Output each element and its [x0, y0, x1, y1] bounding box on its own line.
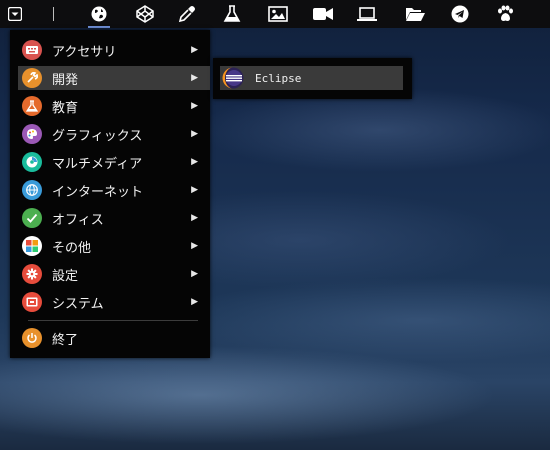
submenu-arrow-icon: ▶ — [191, 185, 198, 195]
submenu-arrow-icon: ▶ — [191, 241, 198, 251]
menu-separator — [28, 320, 198, 321]
submenu-arrow-icon: ▶ — [191, 129, 198, 139]
telegram-icon[interactable] — [445, 0, 475, 28]
development-submenu: Eclipse — [213, 58, 412, 99]
menu-item-label: システム — [52, 296, 104, 312]
education-icon — [22, 96, 42, 116]
eyedropper-icon[interactable] — [172, 0, 202, 28]
menu-item-label: 教育 — [52, 100, 79, 116]
menu-item-label: グラフィックス — [52, 128, 143, 144]
menu-item-label: アクセサリ — [52, 44, 117, 60]
application-menu: アクセサリ ▶ 開発 ▶ 教育 ▶ グラフィックス ▶ マルチメディア ▶ イン… — [10, 30, 210, 358]
submenu-arrow-icon: ▶ — [191, 269, 198, 279]
flask-icon[interactable] — [217, 0, 247, 28]
submenu-arrow-icon: ▶ — [191, 297, 198, 307]
settings-icon — [22, 264, 42, 284]
menu-item-settings[interactable]: 設定 ▶ — [18, 262, 210, 286]
globe-icon[interactable] — [84, 0, 114, 28]
power-icon — [22, 328, 42, 348]
menu-item-development[interactable]: 開発 ▶ — [18, 66, 210, 90]
menu-item-graphics[interactable]: グラフィックス ▶ — [18, 122, 210, 146]
system-icon — [22, 292, 42, 312]
accessories-icon — [22, 40, 42, 60]
menu-item-office[interactable]: オフィス ▶ — [18, 206, 210, 230]
menu-item-label: マルチメディア — [52, 156, 143, 172]
submenu-arrow-icon: ▶ — [191, 101, 198, 111]
submenu-arrow-icon: ▶ — [191, 157, 198, 167]
taskbar — [0, 0, 550, 28]
menu-item-label: オフィス — [52, 212, 104, 228]
submenu-item-label: Eclipse — [255, 71, 302, 85]
taskbar-separator — [53, 7, 54, 21]
paw-icon[interactable] — [490, 0, 520, 28]
menu-dropdown-icon[interactable] — [4, 0, 26, 28]
graphics-icon — [22, 124, 42, 144]
menu-item-accessories[interactable]: アクセサリ ▶ — [18, 38, 210, 62]
internet-icon — [22, 180, 42, 200]
submenu-item-eclipse[interactable]: Eclipse — [220, 66, 403, 90]
office-icon — [22, 208, 42, 228]
menu-item-system[interactable]: システム ▶ — [18, 290, 210, 314]
codepen-icon[interactable] — [130, 0, 160, 28]
menu-item-label: その他 — [52, 240, 92, 256]
menu-item-quit[interactable]: 終了 — [18, 326, 210, 350]
menu-item-label: 開発 — [52, 72, 79, 88]
submenu-arrow-icon: ▶ — [191, 213, 198, 223]
eclipse-icon — [222, 67, 244, 89]
image-icon[interactable] — [263, 0, 293, 28]
menu-item-label: 終了 — [52, 332, 79, 348]
multimedia-icon — [22, 152, 42, 172]
menu-item-education[interactable]: 教育 ▶ — [18, 94, 210, 118]
submenu-arrow-icon: ▶ — [191, 73, 198, 83]
submenu-arrow-icon: ▶ — [191, 45, 198, 55]
development-icon — [22, 68, 42, 88]
video-camera-icon[interactable] — [308, 0, 338, 28]
menu-item-label: 設定 — [52, 268, 79, 284]
menu-item-label: インターネット — [52, 184, 144, 200]
folder-open-icon[interactable] — [400, 0, 430, 28]
other-icon — [22, 236, 42, 256]
menu-item-internet[interactable]: インターネット ▶ — [18, 178, 210, 202]
menu-item-multimedia[interactable]: マルチメディア ▶ — [18, 150, 210, 174]
laptop-icon[interactable] — [352, 0, 382, 28]
menu-item-other[interactable]: その他 ▶ — [18, 234, 210, 258]
